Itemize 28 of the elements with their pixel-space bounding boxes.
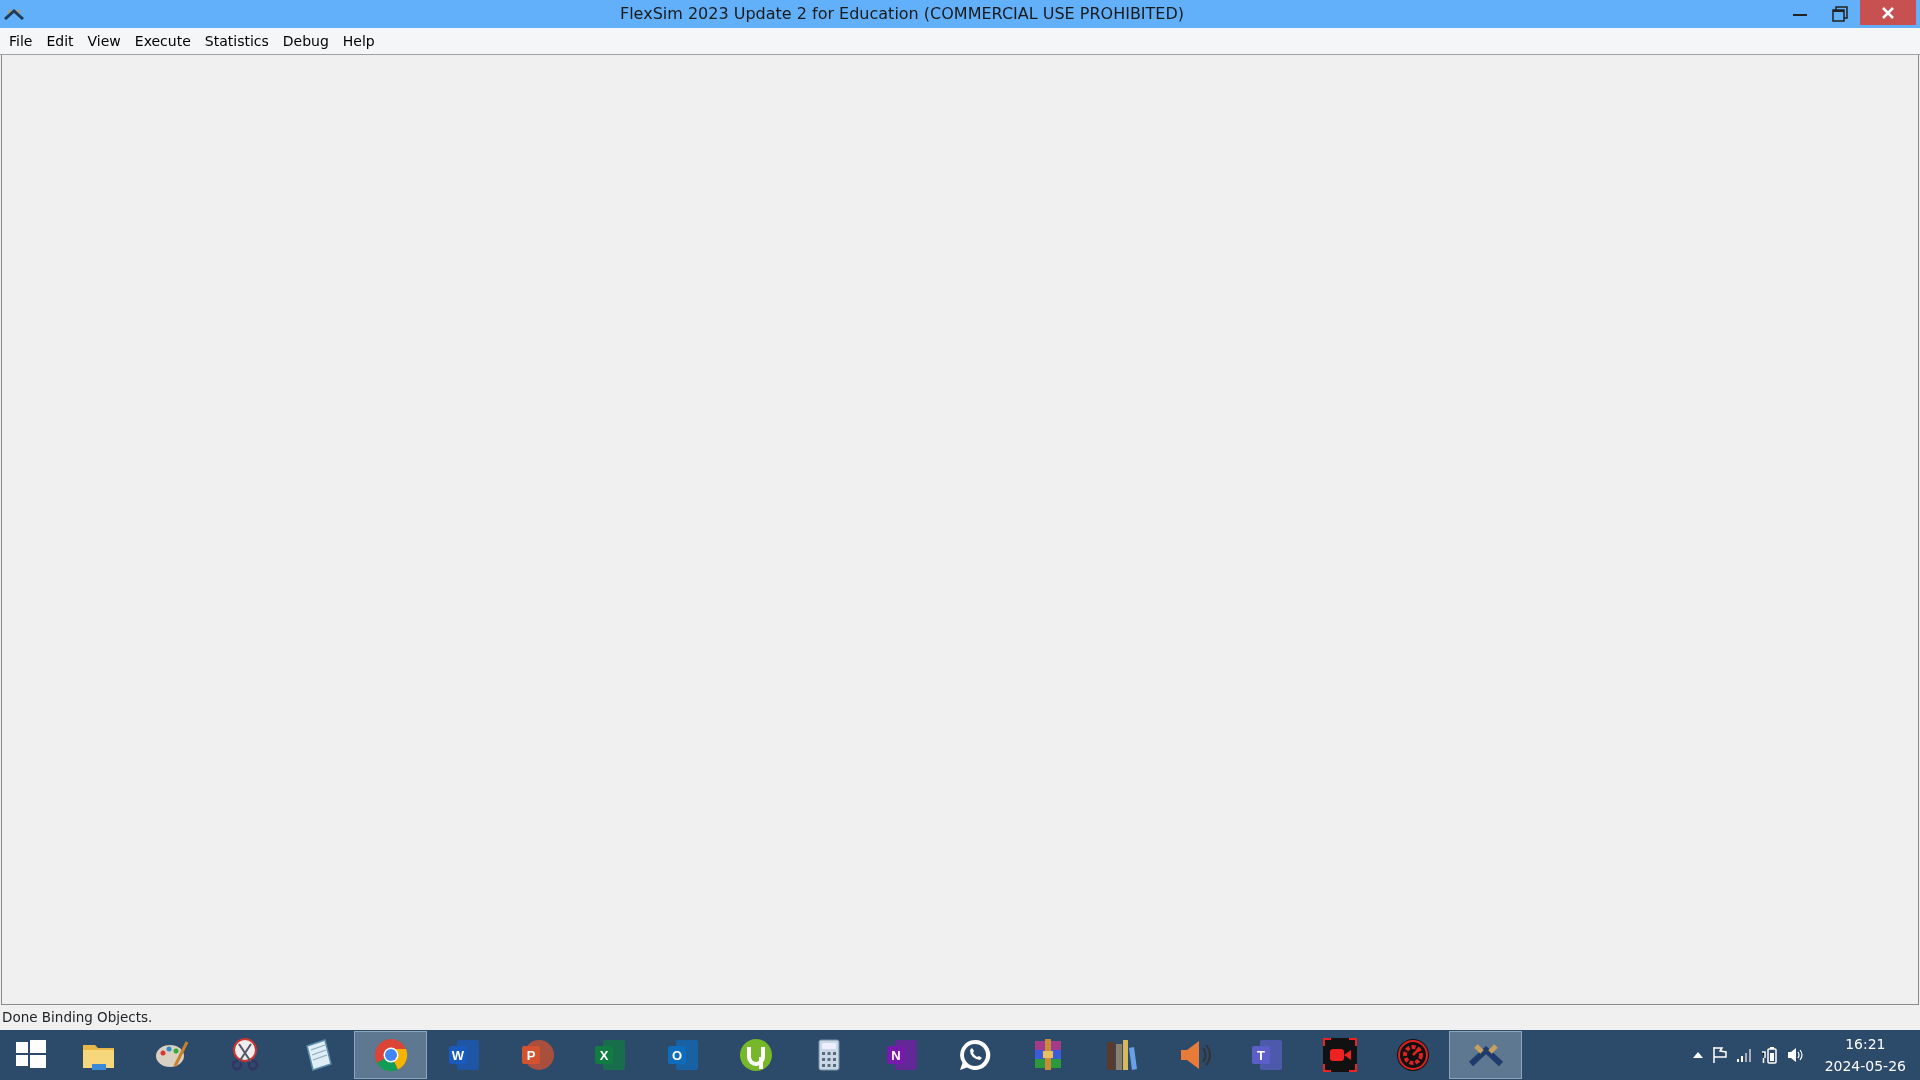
window-title: FlexSim 2023 Update 2 for Education (COMMERCIAL USE PROHIBITED) [618,3,1186,25]
menu-item[interactable]: File [2,30,40,52]
close-button[interactable] [1860,0,1916,25]
taskbar-app-button[interactable]: N [865,1031,938,1079]
taskbar-app-button[interactable] [1449,1031,1522,1079]
volume-icon[interactable] [1786,1047,1803,1063]
taskbar-app-button[interactable]: W [427,1031,500,1079]
taskbar-app-button[interactable]: X [573,1031,646,1079]
menu-item[interactable]: Help [335,30,382,52]
taskbar-app-button[interactable]: T [1230,1031,1303,1079]
app-logo-icon [4,8,24,20]
menu-item[interactable]: Statistics [197,30,276,52]
taskbar-app-button[interactable]: O [646,1031,719,1079]
restore-icon [1832,6,1848,22]
menu-item[interactable]: Debug [275,30,336,52]
battery-icon[interactable] [1760,1046,1777,1064]
flag-icon[interactable] [1712,1047,1727,1063]
caret-up-icon[interactable] [1692,1052,1703,1058]
signal-bars-icon[interactable] [1736,1048,1751,1062]
close-icon [1882,6,1894,19]
menu-item[interactable]: Execute [127,30,198,52]
menu-item[interactable]: View [80,30,128,52]
clock-date: 2024-05-26 [1824,1057,1906,1076]
taskbar-app-button[interactable]: P [500,1031,573,1079]
minimize-icon [1793,12,1807,16]
video-camera-icon [1320,1036,1359,1074]
menu-item[interactable]: Edit [39,30,81,52]
clock-time: 16:21 [1844,1035,1887,1054]
